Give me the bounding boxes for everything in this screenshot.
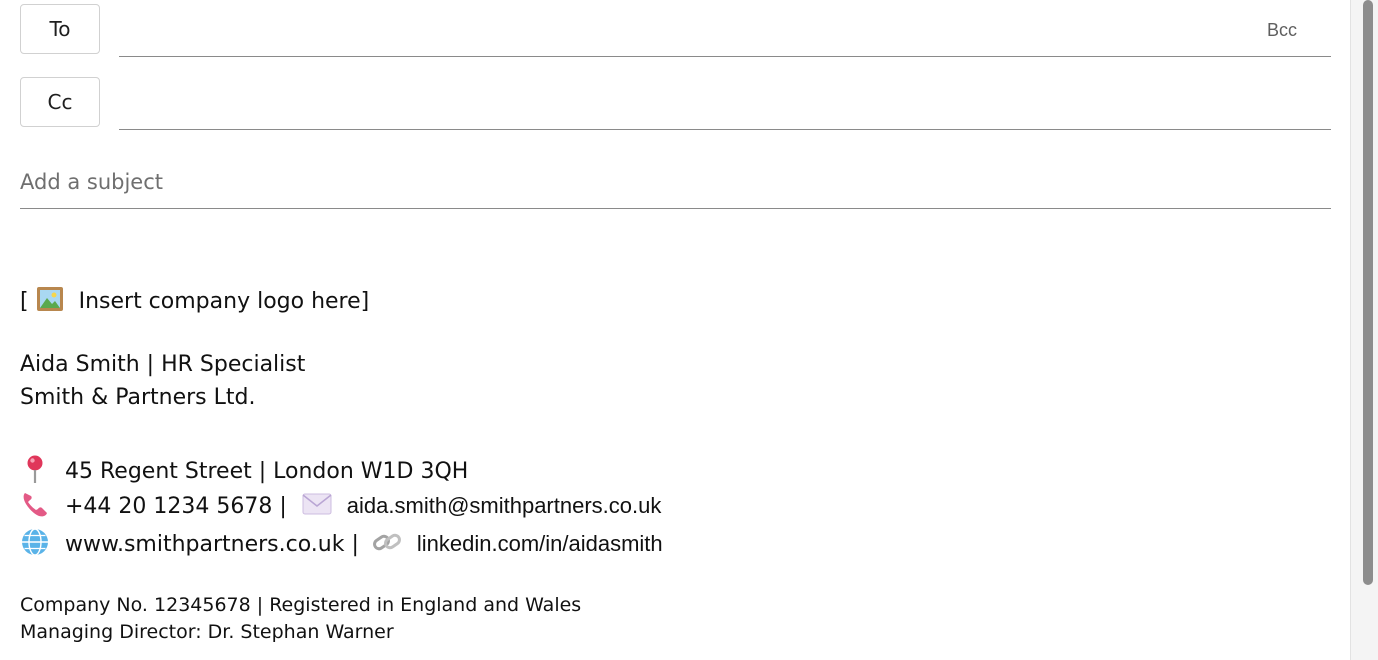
logo-placeholder-text: Insert company logo here] [78,289,370,314]
registration-line: Company No. 12345678 | Registered in Eng… [20,594,582,616]
phone-text: +44 20 1234 5678 | [65,494,287,519]
bcc-button[interactable]: Bcc [1267,20,1297,41]
linkedin-link[interactable]: linkedin.com/in/aidasmith [417,531,663,556]
cc-field[interactable] [119,77,1331,130]
to-button[interactable]: To [20,4,100,54]
scrollbar-thumb[interactable] [1363,0,1373,585]
phone-line: +44 20 1234 5678 | aida.smith@smithpartn… [20,489,661,525]
email-link[interactable]: aida.smith@smithpartners.co.uk [347,493,662,518]
subject-input[interactable]: Add a subject [20,170,163,194]
email-compose-page: To Bcc Cc Add a subject [ Insert company… [0,0,1378,660]
envelope-icon [302,493,332,521]
globe-icon [20,527,50,563]
website-link[interactable]: www.smithpartners.co.uk | [65,532,359,557]
signature-company-line: Smith & Partners Ltd. [20,385,256,410]
logo-placeholder-line: [ Insert company logo here] [20,286,369,318]
link-icon [372,529,402,561]
address-line: 45 Regent Street | London W1D 3QH [20,454,468,490]
pin-icon [20,454,50,490]
cc-button[interactable]: Cc [20,77,100,127]
cc-row: Cc [20,77,1331,130]
vertical-scrollbar[interactable] [1350,0,1378,660]
logo-bracket: [ [20,289,29,314]
to-row: To Bcc [20,4,1331,57]
address-text: 45 Regent Street | London W1D 3QH [65,459,469,484]
signature-name-line: Aida Smith | HR Specialist [20,352,306,377]
website-line: www.smithpartners.co.uk | linkedin.com/i… [20,527,663,563]
director-line: Managing Director: Dr. Stephan Warner [20,621,394,643]
framed-picture-icon [36,286,64,318]
subject-field[interactable]: Add a subject [20,158,1331,209]
phone-icon [20,489,50,525]
to-field[interactable]: Bcc [119,4,1331,57]
